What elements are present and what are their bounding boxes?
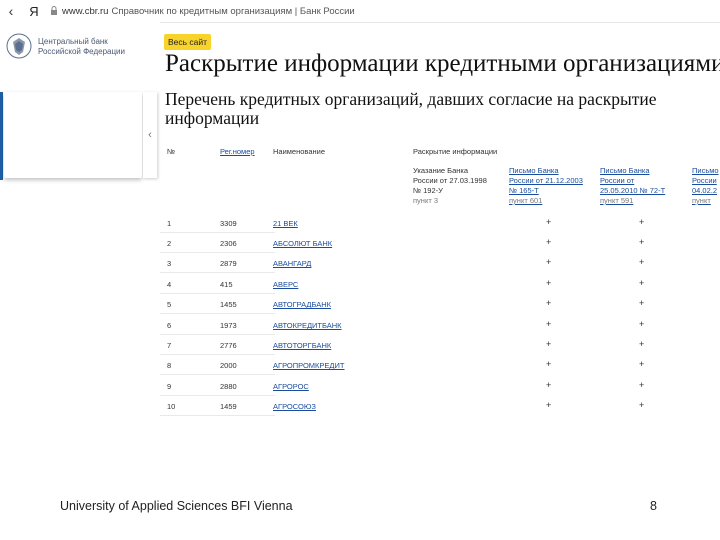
row-num: 4: [167, 280, 172, 289]
table-row: 3 2879 АВАНГАРД + +: [160, 253, 720, 273]
row-divider: [160, 374, 275, 375]
row-num: 2: [167, 239, 172, 248]
table-row: 8 2000 АГРОПРОМКРЕДИТ + +: [160, 355, 720, 375]
table-row: 7 2776 АВТОТОРГБАНК + +: [160, 335, 720, 355]
bank-emblem-icon[interactable]: [6, 32, 32, 60]
col-header-disclosure: Раскрытие информации: [413, 147, 498, 156]
row-mark-2: +: [639, 319, 645, 329]
row-bank-link[interactable]: АБСОЛЮТ БАНК: [273, 239, 332, 248]
row-mark-2: +: [639, 380, 645, 390]
col-header-reg[interactable]: Рег.номер: [220, 147, 255, 156]
row-mark-2: +: [639, 359, 645, 369]
collapse-chevron-icon[interactable]: ‹: [143, 92, 157, 178]
row-divider: [160, 313, 275, 314]
row-reg: 2880: [220, 382, 237, 391]
subheader-letter-2010[interactable]: Письмо Банка России от 25.05.2010 № 72-Т…: [600, 166, 684, 206]
subheader-letter-2003[interactable]: Письмо Банка России от 21.12.2003 № 165-…: [509, 166, 593, 206]
row-reg: 415: [220, 280, 233, 289]
bank-name[interactable]: Центральный банк Российской Федерации: [38, 37, 138, 57]
row-mark-2: +: [639, 217, 645, 227]
table-row: 10 1459 АГРОСОЮЗ + +: [160, 396, 720, 416]
row-reg: 1455: [220, 300, 237, 309]
all-site-button[interactable]: Весь сайт: [164, 34, 212, 50]
row-mark-1: +: [546, 359, 552, 369]
row-mark-2: +: [639, 298, 645, 308]
lock-icon: [46, 5, 62, 17]
row-reg: 2879: [220, 259, 237, 268]
row-num: 5: [167, 300, 172, 309]
row-bank-link[interactable]: АГРОСОЮЗ: [273, 402, 316, 411]
page-subheading: Перечень кредитных организаций, давших с…: [165, 89, 657, 128]
row-bank-link[interactable]: 21 ВЕК: [273, 219, 298, 228]
col-header-num: №: [167, 147, 176, 156]
row-reg: 2776: [220, 341, 237, 350]
row-mark-2: +: [639, 257, 645, 267]
row-mark-1: +: [546, 380, 552, 390]
browser-address-bar[interactable]: ‹ Я www.cbr.ru Справочник по кредитным о…: [0, 0, 720, 23]
row-reg: 2000: [220, 361, 237, 370]
row-mark-1: +: [546, 319, 552, 329]
row-divider: [160, 272, 275, 273]
subheader-indication: Указание Банка России от 27.03.1998 № 19…: [413, 166, 487, 205]
row-num: 8: [167, 361, 172, 370]
col-header-name: Наименование: [273, 147, 325, 156]
row-mark-2: +: [639, 400, 645, 410]
row-reg: 1459: [220, 402, 237, 411]
row-mark-1: +: [546, 400, 552, 410]
row-num: 3: [167, 259, 172, 268]
back-arrow-icon[interactable]: ‹: [0, 3, 22, 19]
row-reg: 1973: [220, 321, 237, 330]
table-row: 2 2306 АБСОЛЮТ БАНК + +: [160, 233, 720, 253]
table-row: 6 1973 АВТОКРЕДИТБАНК + +: [160, 315, 720, 335]
yandex-logo[interactable]: Я: [22, 4, 46, 19]
row-mark-2: +: [639, 237, 645, 247]
row-divider: [160, 415, 275, 416]
row-mark-1: +: [546, 298, 552, 308]
table-row: 9 2880 АГРОРОС + +: [160, 376, 720, 396]
row-mark-1: +: [546, 217, 552, 227]
row-mark-2: +: [639, 339, 645, 349]
sidebar-accent: [0, 92, 3, 180]
row-bank-link[interactable]: АВТОГРАДБАНК: [273, 300, 331, 309]
row-num: 1: [167, 219, 172, 228]
subheader-letter-partial[interactable]: Письмо России 04.02.2 пункт: [692, 166, 720, 206]
row-reg: 2306: [220, 239, 237, 248]
page-title-in-bar[interactable]: Справочник по кредитным организациям | Б…: [111, 6, 354, 17]
page-heading: Раскрытие информации кредитными организа…: [165, 50, 720, 77]
footer-page-number: 8: [650, 499, 657, 513]
row-mark-1: +: [546, 237, 552, 247]
row-bank-link[interactable]: АВТОТОРГБАНК: [273, 341, 331, 350]
row-num: 10: [167, 402, 176, 411]
row-mark-1: +: [546, 339, 552, 349]
row-bank-link[interactable]: АВТОКРЕДИТБАНК: [273, 321, 342, 330]
row-mark-1: +: [546, 257, 552, 267]
row-bank-link[interactable]: АГРОРОС: [273, 382, 309, 391]
table-row: 4 415 АВЕРС + +: [160, 274, 720, 294]
table-row: 5 1455 АВТОГРАДБАНК + +: [160, 294, 720, 314]
row-bank-link[interactable]: АВЕРС: [273, 280, 298, 289]
row-mark-1: +: [546, 278, 552, 288]
row-bank-link[interactable]: АВАНГАРД: [273, 259, 311, 268]
row-num: 6: [167, 321, 172, 330]
row-num: 9: [167, 382, 172, 391]
footer-institution: University of Applied Sciences BFI Vienn…: [60, 499, 293, 513]
row-bank-link[interactable]: АГРОПРОМКРЕДИТ: [273, 361, 344, 370]
row-num: 7: [167, 341, 172, 350]
row-reg: 3309: [220, 219, 237, 228]
table-row: 1 3309 21 ВЕК + +: [160, 213, 720, 233]
url-domain[interactable]: www.cbr.ru: [62, 6, 108, 17]
sidebar-panel: [4, 92, 142, 178]
row-mark-2: +: [639, 278, 645, 288]
